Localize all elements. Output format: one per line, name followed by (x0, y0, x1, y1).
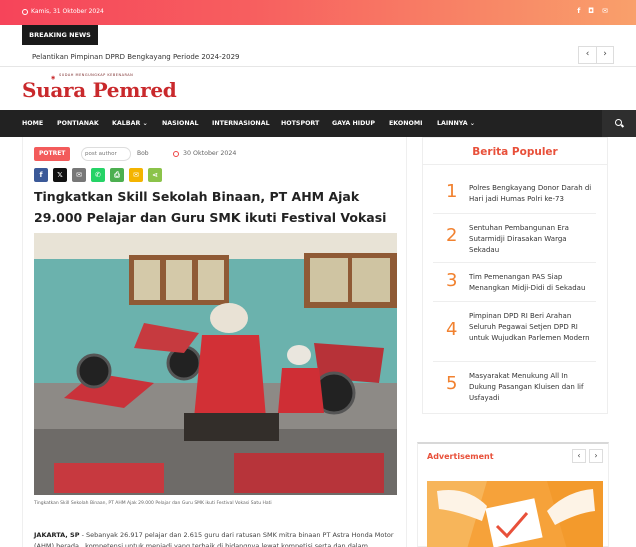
x-icon[interactable]: 𝕏 (53, 168, 67, 182)
rank-number: 5 (446, 373, 458, 394)
rank-number: 3 (446, 270, 458, 291)
avatar: post author (81, 147, 131, 161)
nav-item-kalbar[interactable]: KALBAR ⌄ (112, 120, 148, 127)
popular-news-title: Berita Populer (423, 138, 607, 165)
chevron-left-icon[interactable]: ‹ (572, 449, 586, 463)
email-icon[interactable]: ✉ (72, 168, 86, 182)
advertisement-banner[interactable] (427, 481, 603, 547)
advertisement-title: Advertisement (427, 452, 494, 461)
nav-item-ekonomi[interactable]: EKONOMI (389, 120, 422, 127)
breaking-news-headline[interactable]: Pelantikan Pimpinan DPRD Bengkayang Peri… (32, 53, 239, 61)
popular-item-title[interactable]: Sentuhan Pembangunan Era Sutarmidji Dira… (469, 223, 595, 256)
logo-name: Suara Pemred (22, 78, 177, 102)
workshop-photo-illustration (34, 233, 397, 495)
rank-number: 4 (446, 319, 458, 340)
social-links: f ◘ ✉ (577, 7, 608, 15)
breaking-news-bar: BREAKING NEWS Pelantikan Pimpinan DPRD B… (0, 25, 636, 67)
main-navigation: HOME PONTIANAK KALBAR ⌄ NASIONAL INTERNA… (0, 110, 636, 137)
facebook-icon[interactable]: f (577, 7, 580, 15)
logo-tagline: SUDAH MENGUNGKAP KEBENARAN (59, 73, 134, 77)
advertisement-widget: Advertisement ‹ › (417, 442, 609, 547)
list-item[interactable]: 4 Pimpinan DPD RI Beri Arahan Seluruh Pe… (433, 303, 596, 362)
publish-date: 30 Oktober 2024 (173, 150, 236, 157)
facebook-icon[interactable]: f (34, 168, 48, 182)
whatsapp-icon[interactable]: ✆ (91, 168, 105, 182)
popular-news-widget: Berita Populer 1 Polres Bengkayang Donor… (422, 137, 608, 414)
clock-icon (22, 8, 28, 15)
share-buttons: f 𝕏 ✉ ✆ ⎙ ✉ ⋖ (34, 168, 162, 182)
breaking-news-nav: ‹ › (578, 46, 614, 64)
top-bar: Kamis, 31 Oktober 2024 f ◘ ✉ (0, 0, 636, 25)
advertisement-illustration (427, 481, 603, 547)
popular-item-title[interactable]: Masyarakat Menukung All In Dukung Pasang… (469, 371, 595, 404)
rank-number: 1 (446, 181, 458, 202)
chevron-right-icon[interactable]: › (589, 449, 603, 463)
list-item[interactable]: 2 Sentuhan Pembangunan Era Sutarmidji Di… (433, 215, 596, 263)
article-photo (34, 233, 397, 495)
sms-icon[interactable]: ✉ (129, 168, 143, 182)
nav-item-hotsport[interactable]: HOTSPORT (281, 120, 319, 127)
nav-item-lainnya[interactable]: LAINNYA ⌄ (437, 120, 475, 127)
popular-item-title[interactable]: Polres Bengkayang Donor Darah di Hari ja… (469, 183, 595, 205)
article-body-text: - Sebanyak 26.917 pelajar dan 2.615 guru… (34, 531, 394, 547)
rank-number: 2 (446, 225, 458, 246)
list-item[interactable]: 1 Polres Bengkayang Donor Darah di Hari … (433, 175, 596, 214)
share-icon[interactable]: ⋖ (148, 168, 162, 182)
print-icon[interactable]: ⎙ (110, 168, 124, 182)
chevron-right-icon[interactable]: › (596, 47, 613, 63)
nav-item-home[interactable]: HOME (22, 120, 43, 127)
photo-caption: Tingkatkan Skill Sekolah Binaan, PT AHM … (34, 501, 272, 506)
nav-item-internasional[interactable]: INTERNASIONAL (212, 120, 270, 127)
breaking-news-badge: BREAKING NEWS (22, 25, 98, 45)
nav-item-nasional[interactable]: NASIONAL (162, 120, 199, 127)
article: POTRET post author Bob 30 Oktober 2024 f… (22, 137, 407, 547)
popular-item-title[interactable]: Pimpinan DPD RI Beri Arahan Seluruh Pega… (469, 311, 595, 344)
nav-item-pontianak[interactable]: PONTIANAK (57, 120, 99, 127)
popular-item-title[interactable]: Tim Pemenangan PAS Siap Menangkan Midji-… (469, 272, 595, 294)
clock-icon (173, 150, 179, 157)
list-item[interactable]: 5 Masyarakat Menukung All In Dukung Pasa… (433, 363, 596, 409)
category-badge[interactable]: POTRET (34, 147, 71, 161)
email-icon[interactable]: ✉ (602, 7, 608, 15)
advertisement-nav: ‹ › (572, 449, 603, 463)
list-item[interactable]: 3 Tim Pemenangan PAS Siap Menangkan Midj… (433, 264, 596, 302)
current-date: Kamis, 31 Oktober 2024 (22, 8, 104, 15)
article-dateline: JAKARTA, SP (34, 531, 80, 539)
current-date-text: Kamis, 31 Oktober 2024 (31, 8, 104, 15)
chevron-left-icon[interactable]: ‹ (579, 47, 596, 63)
publish-date-text: 30 Oktober 2024 (183, 150, 237, 157)
instagram-icon[interactable]: ◘ (588, 7, 594, 15)
author-name[interactable]: Bob (137, 150, 149, 157)
article-body: JAKARTA, SP - Sebanyak 26.917 pelajar da… (34, 530, 399, 547)
nav-item-gaya-hidup[interactable]: GAYA HIDUP (332, 120, 375, 127)
search-button[interactable] (602, 110, 636, 137)
